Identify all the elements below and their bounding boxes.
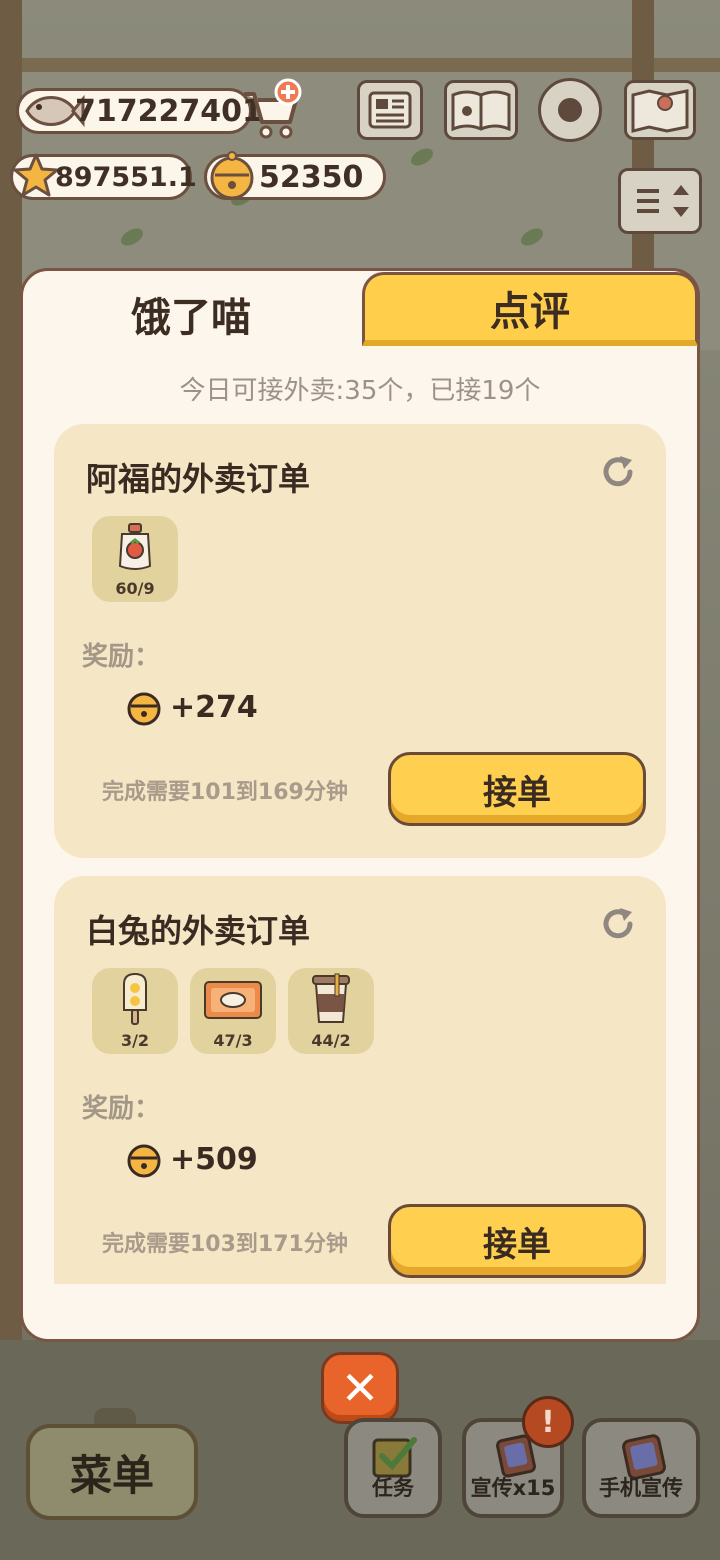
cart-add-icon[interactable] [238, 78, 304, 140]
bell-icon [210, 151, 254, 200]
gear-icon [558, 98, 582, 122]
newspaper-icon [368, 91, 412, 129]
coffee-cup-icon [312, 973, 350, 1023]
reward-amount: +509 [124, 1138, 258, 1180]
order-title: 阿福的外卖订单 [86, 460, 311, 498]
order-card: 阿福的外卖订单 60/9 奖励： +274 完成需要101到169分钟 接单 [54, 424, 666, 858]
phone-promo-button[interactable]: 手机宣传 [582, 1418, 700, 1518]
bell-icon [127, 1144, 161, 1178]
promo-label: 宣传x15 [470, 1476, 556, 1500]
bell-currency-display: 52350 [204, 151, 386, 200]
map-icon [631, 89, 689, 133]
bell-icon [127, 692, 161, 726]
item-quantity: 47/3 [213, 1031, 253, 1050]
map-button[interactable] [624, 80, 696, 140]
refresh-icon[interactable] [598, 904, 638, 944]
cat-book-icon [451, 90, 511, 132]
tasks-button[interactable]: 任务 [344, 1418, 442, 1518]
fish-currency-display: 717227401 [16, 88, 263, 134]
phone-promo-label: 手机宣传 [599, 1476, 683, 1500]
item-quantity: 60/9 [115, 579, 155, 598]
star-amount: 897551.1 [55, 161, 197, 193]
close-icon: ✕ [340, 1361, 380, 1415]
menu-button[interactable]: 菜单 [26, 1424, 198, 1520]
tab-reviews[interactable]: 点评 [362, 272, 698, 346]
item-quantity: 44/2 [311, 1031, 351, 1050]
order-item: 3/2 [92, 968, 178, 1054]
newspaper-button[interactable] [357, 80, 423, 140]
reward-label: 奖励： [82, 1094, 161, 1124]
daily-quota-text: 今日可接外卖:35个，已接19个 [179, 376, 541, 406]
reward-value: +509 [170, 1141, 258, 1177]
refresh-icon[interactable] [598, 452, 638, 492]
tasks-label: 任务 [372, 1476, 414, 1500]
order-title: 白兔的外卖订单 [86, 912, 311, 950]
strawberry-jam-icon [118, 523, 152, 570]
alert-badge: ! [522, 1396, 574, 1448]
star-icon [13, 153, 59, 197]
order-item: 44/2 [288, 968, 374, 1054]
item-quantity: 3/2 [120, 1031, 150, 1050]
accept-order-button[interactable]: 接单 [388, 752, 646, 826]
background-beam [0, 58, 720, 72]
delivery-time: 完成需要103到171分钟 [102, 1232, 348, 1257]
background-post-left [0, 0, 22, 1560]
popsicle-icon [123, 972, 147, 1025]
sort-toggle-button[interactable] [618, 168, 702, 234]
close-button[interactable]: ✕ [321, 1352, 399, 1424]
sort-toggle-icon [637, 185, 689, 217]
bell-amount: 52350 [259, 159, 364, 195]
reward-amount: +274 [124, 686, 258, 728]
star-currency-display: 897551.1 [10, 153, 197, 200]
order-card: 白兔的外卖订单 3/2 47/3 44/2 奖励： +509 完成需要103到1… [54, 876, 666, 1284]
settings-button[interactable] [538, 78, 602, 142]
reward-value: +274 [170, 689, 258, 725]
rice-tray-icon [204, 981, 262, 1019]
accept-order-button[interactable]: 接单 [388, 1204, 646, 1278]
fish-amount: 717227401 [75, 93, 263, 129]
reward-label: 奖励： [82, 642, 161, 672]
delivery-time: 完成需要101到169分钟 [102, 780, 348, 805]
cat-book-button[interactable] [444, 80, 518, 140]
order-item: 60/9 [92, 516, 178, 602]
tab-ele-miao[interactable]: 饿了喵 [24, 272, 358, 356]
order-item: 47/3 [190, 968, 276, 1054]
